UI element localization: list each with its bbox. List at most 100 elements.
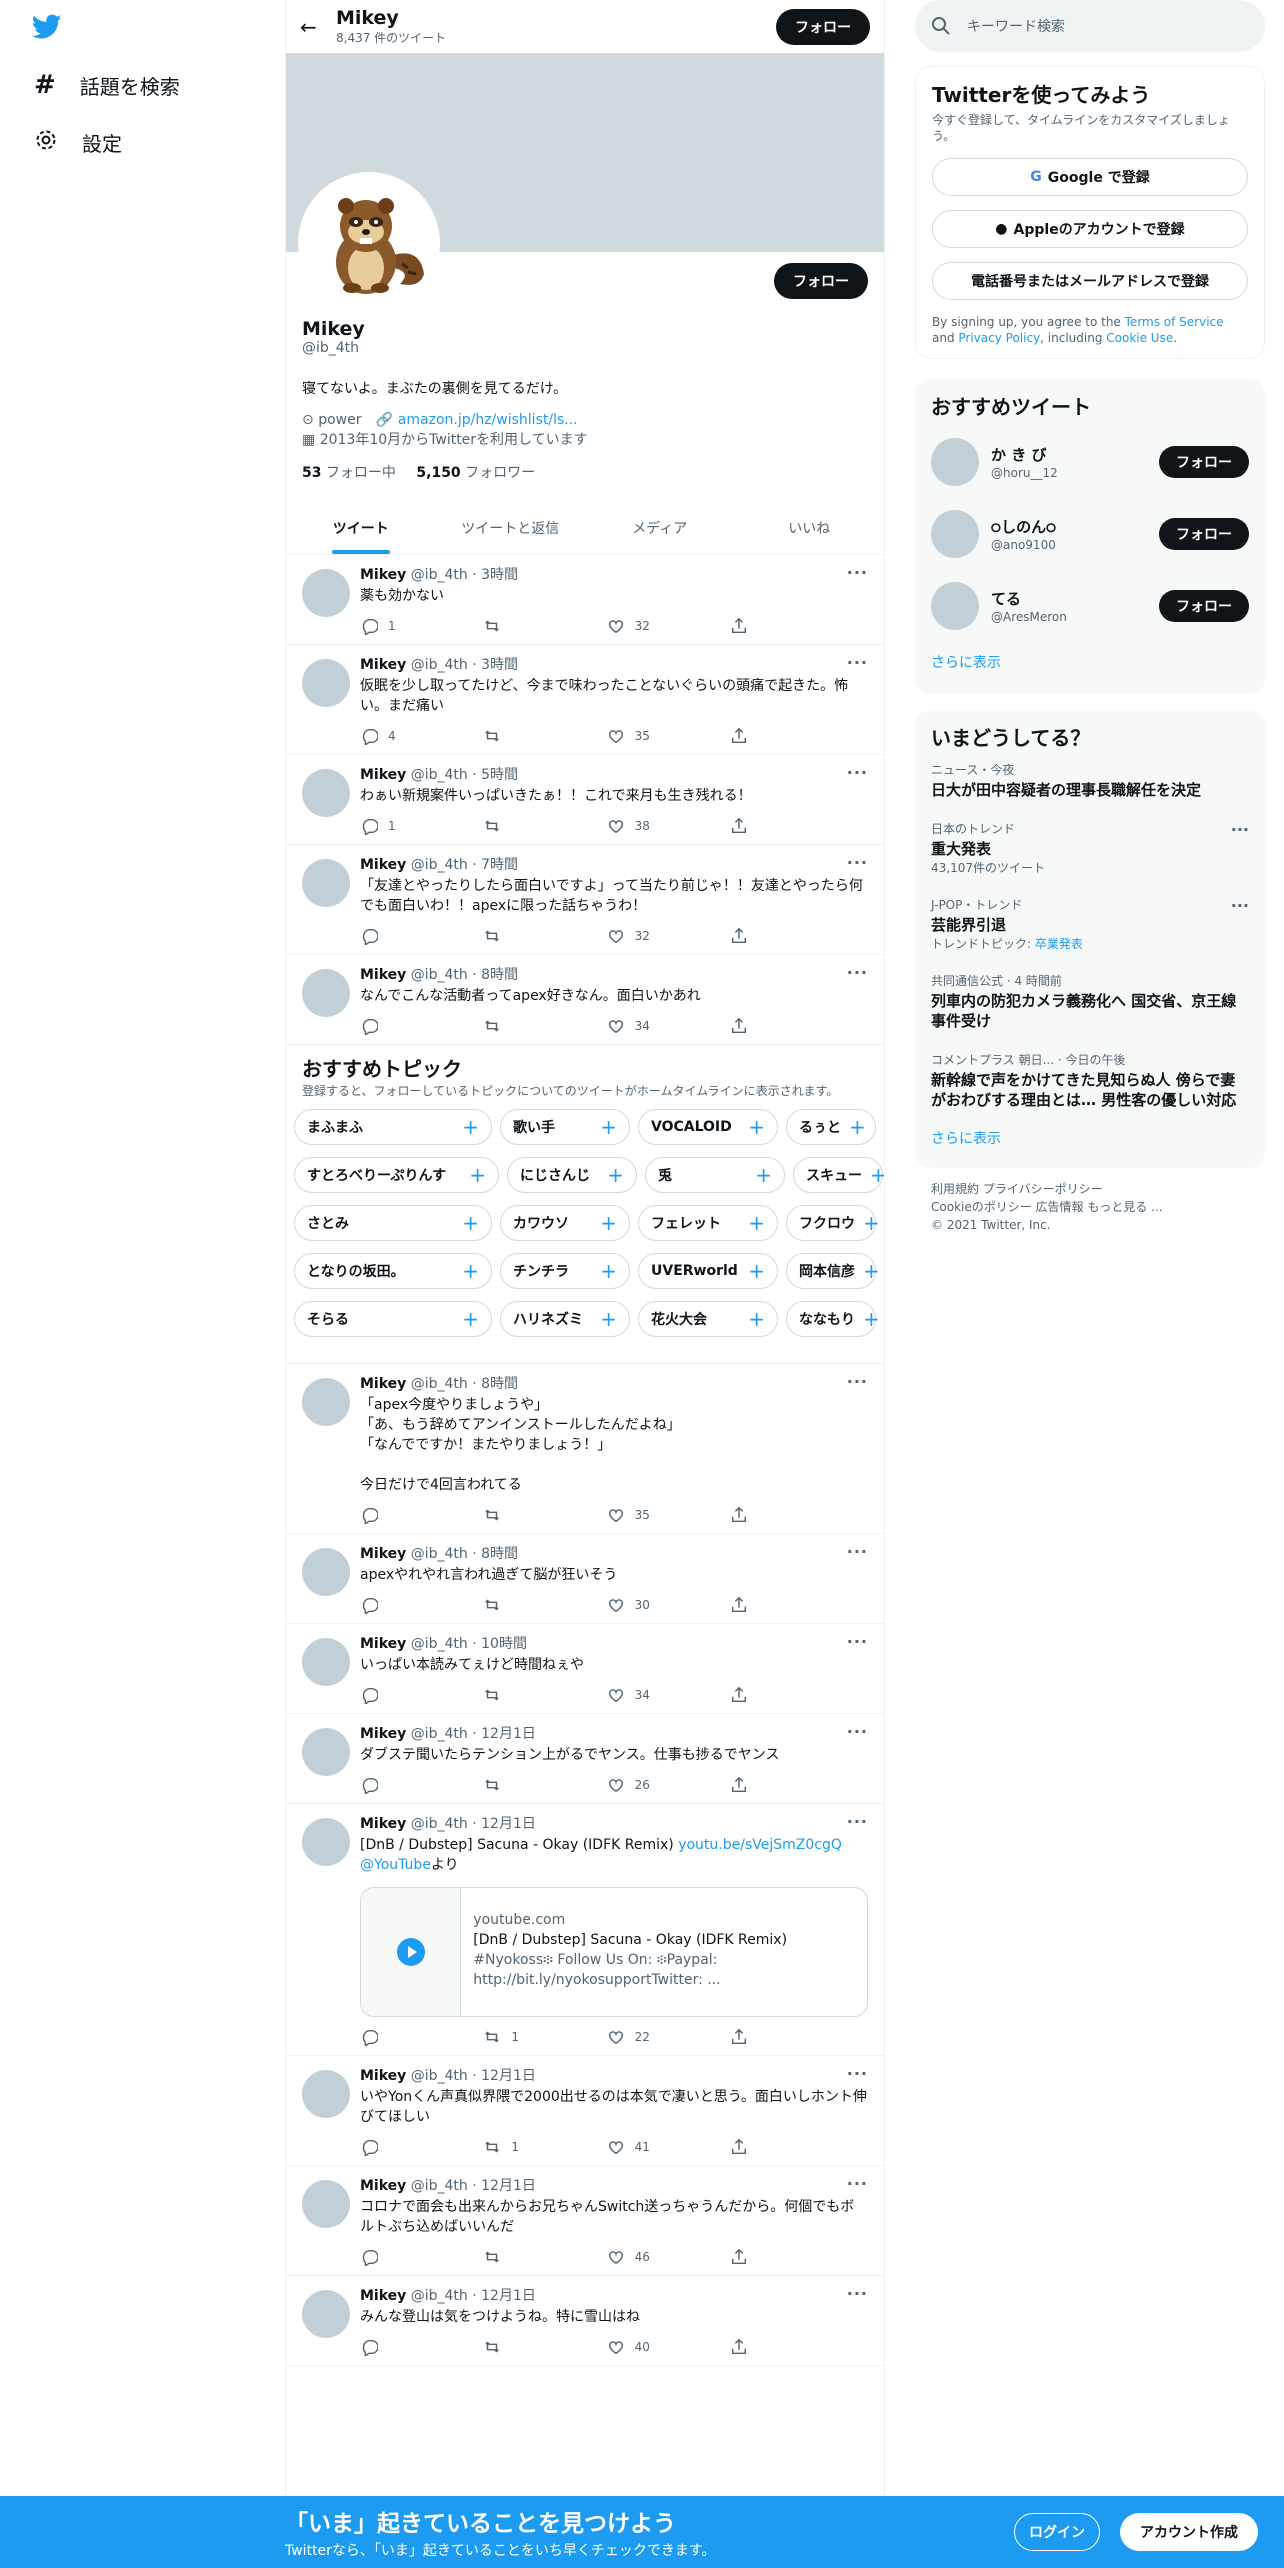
tweet-avatar[interactable]	[302, 859, 350, 907]
user-avatar[interactable]	[931, 582, 979, 630]
more-icon[interactable]: ···	[847, 1632, 868, 1651]
privacy-link[interactable]: Privacy Policy	[958, 331, 1040, 345]
like-button[interactable]: 41	[607, 2137, 667, 2157]
topic-chip[interactable]: チンチラ +	[500, 1253, 630, 1289]
tweet[interactable]: Mikey @ib_4th · 10時間 いっぱい本読みてぇけど時間ねぇや 34 ··…	[286, 1624, 884, 1714]
plus-icon[interactable]: +	[870, 1163, 884, 1187]
tweet-avatar[interactable]	[302, 1638, 350, 1686]
topic-chip[interactable]: フェレット +	[638, 1205, 778, 1241]
topic-chip[interactable]: UVERworld +	[638, 1253, 778, 1289]
more-icon[interactable]: ···	[847, 963, 868, 982]
plus-icon[interactable]: +	[748, 1307, 765, 1331]
trend-sub-link[interactable]: 卒業発表	[1035, 937, 1083, 951]
back-arrow-icon[interactable]: ←	[300, 15, 336, 39]
footer-links-1[interactable]: 利用規約 プライバシーポリシー	[931, 1180, 1249, 1198]
more-icon[interactable]: ···	[847, 653, 868, 672]
tweet-author[interactable]: Mikey	[360, 967, 406, 983]
tweet-author[interactable]: Mikey	[360, 1636, 406, 1652]
plus-icon[interactable]: +	[863, 1211, 880, 1235]
more-icon[interactable]: ···	[1231, 820, 1249, 839]
more-icon[interactable]: ···	[847, 2174, 868, 2193]
plus-icon[interactable]: +	[863, 1259, 880, 1283]
tweet-avatar[interactable]	[302, 969, 350, 1017]
share-button[interactable]	[730, 1775, 790, 1795]
tab-0[interactable]: ツイート	[286, 502, 436, 554]
like-button[interactable]: 32	[607, 616, 667, 636]
recommended-user[interactable]: ੦しのん੦ @ano9100 フォロー	[931, 498, 1249, 570]
terms-link[interactable]: Terms of Service	[1125, 315, 1224, 329]
tweet-author[interactable]: Mikey	[360, 2288, 406, 2304]
tweet-author[interactable]: Mikey	[360, 1546, 406, 1562]
tweet-avatar[interactable]	[302, 1728, 350, 1776]
tweet-avatar[interactable]	[302, 2180, 350, 2228]
topic-chip[interactable]: ななもり +	[786, 1301, 880, 1337]
more-icon[interactable]: ···	[847, 1542, 868, 1561]
tweet[interactable]: Mikey @ib_4th · 8時間 なんでこんな活動者ってapex好きなん。面…	[286, 955, 884, 1045]
tweet-author[interactable]: Mikey	[360, 1816, 406, 1832]
reply-button[interactable]: 1	[360, 816, 420, 836]
share-button[interactable]	[730, 2247, 790, 2267]
retweet-button[interactable]	[483, 1685, 543, 1705]
reply-button[interactable]: 1	[360, 616, 420, 636]
topic-chip[interactable]: 兎 +	[645, 1157, 785, 1193]
plus-icon[interactable]: +	[849, 1115, 866, 1139]
plus-icon[interactable]: +	[748, 1211, 765, 1235]
tweet-author[interactable]: Mikey	[360, 2068, 406, 2084]
tweet-author[interactable]: Mikey	[360, 657, 406, 673]
recommend-show-more[interactable]: さらに表示	[931, 642, 1249, 682]
reply-button[interactable]: 4	[360, 726, 420, 746]
more-icon[interactable]: ···	[847, 563, 868, 582]
retweet-button[interactable]	[483, 1775, 543, 1795]
more-icon[interactable]: ···	[1231, 896, 1249, 915]
trend-item[interactable]: コメントプラス 朝日... · 今日の午後 新幹線で声をかけてきた見知らぬ人 傍ら…	[931, 1041, 1249, 1120]
topic-chip[interactable]: カワウソ +	[500, 1205, 630, 1241]
tweet-avatar[interactable]	[302, 1818, 350, 1866]
profile-follow-button[interactable]: フォロー	[774, 263, 868, 299]
like-button[interactable]: 22	[607, 2027, 667, 2047]
plus-icon[interactable]: +	[462, 1211, 479, 1235]
recommended-user[interactable]: てる @AresMeron フォロー	[931, 570, 1249, 642]
tab-3[interactable]: いいね	[735, 502, 885, 554]
topic-chip[interactable]: るぅと +	[786, 1109, 876, 1145]
plus-icon[interactable]: +	[462, 1259, 479, 1283]
like-button[interactable]: 46	[607, 2247, 667, 2267]
like-button[interactable]: 38	[607, 816, 667, 836]
topic-chip[interactable]: ハリネズミ +	[500, 1301, 630, 1337]
like-button[interactable]: 30	[607, 1595, 667, 1615]
tweet[interactable]: Mikey @ib_4th · 12月1日 コロナで面会も出来んからお兄ちゃんSw…	[286, 2166, 884, 2276]
topic-chip[interactable]: 岡本信彦 +	[786, 1253, 880, 1289]
user-follow-button[interactable]: フォロー	[1159, 446, 1249, 478]
profile-avatar[interactable]	[298, 172, 440, 314]
plus-icon[interactable]: +	[607, 1163, 624, 1187]
plus-icon[interactable]: +	[462, 1307, 479, 1331]
retweet-button[interactable]: 1	[483, 2137, 543, 2157]
share-button[interactable]	[730, 616, 790, 636]
like-button[interactable]: 35	[607, 726, 667, 746]
reply-button[interactable]	[360, 1685, 420, 1705]
login-button[interactable]: ログイン	[1014, 2513, 1100, 2551]
topic-chip[interactable]: さとみ +	[294, 1205, 492, 1241]
more-icon[interactable]: ···	[847, 853, 868, 872]
topic-chip[interactable]: にじさんじ +	[507, 1157, 637, 1193]
tweet-avatar[interactable]	[302, 1548, 350, 1596]
reply-button[interactable]	[360, 2247, 420, 2267]
search-input[interactable]: キーワード検索	[967, 16, 1065, 36]
tweet-avatar[interactable]	[302, 659, 350, 707]
tab-1[interactable]: ツイートと返信	[436, 502, 586, 554]
tweet-author[interactable]: Mikey	[360, 857, 406, 873]
tweet[interactable]: Mikey @ib_4th · 8時間 apexやれやれ言われ過ぎて脳が狂いそう 3…	[286, 1534, 884, 1624]
like-button[interactable]: 32	[607, 926, 667, 946]
share-button[interactable]	[730, 726, 790, 746]
more-icon[interactable]: ···	[847, 763, 868, 782]
retweet-button[interactable]	[483, 2247, 543, 2267]
share-button[interactable]	[730, 2137, 790, 2157]
tweet-avatar[interactable]	[302, 1378, 350, 1426]
share-button[interactable]	[730, 816, 790, 836]
tweet[interactable]: Mikey @ib_4th · 5時間 わぁい新規案件いっぱいきたぁ！！これで来月…	[286, 755, 884, 845]
like-button[interactable]: 34	[607, 1016, 667, 1036]
user-avatar[interactable]	[931, 438, 979, 486]
retweet-button[interactable]	[483, 816, 543, 836]
tweet[interactable]: Mikey @ib_4th · 12月1日 ダブステ聞いたらテンション上がるでヤン…	[286, 1714, 884, 1804]
retweet-button[interactable]	[483, 2337, 543, 2357]
followers-count[interactable]: 5,150 フォロワー	[416, 465, 535, 481]
